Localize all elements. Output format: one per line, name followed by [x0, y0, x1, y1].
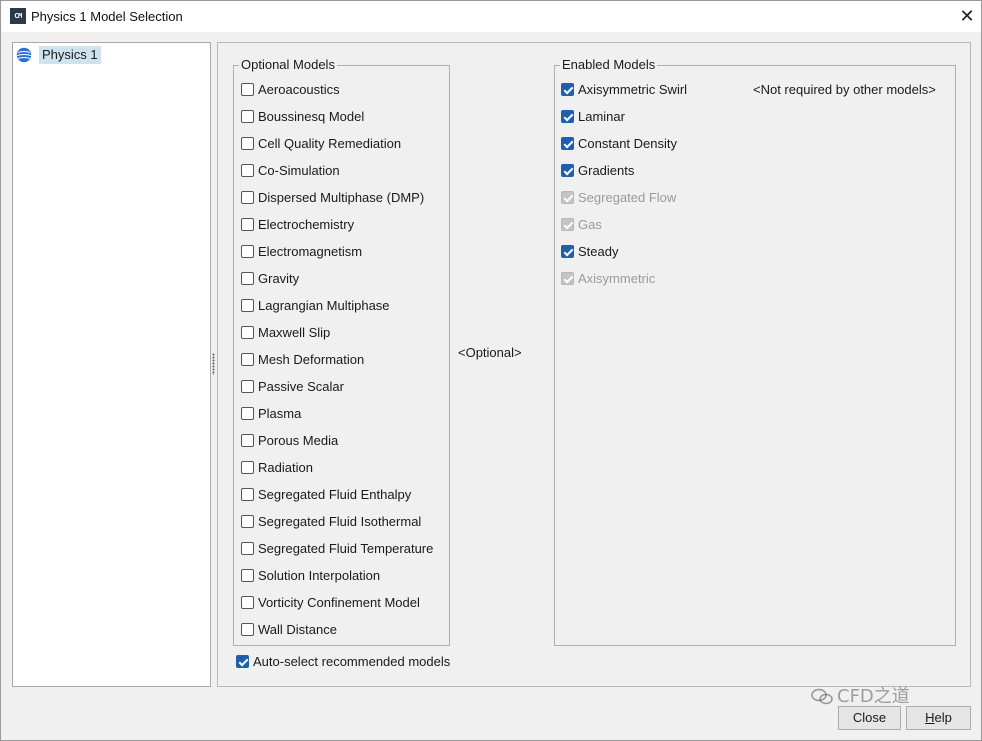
- enabled-model-label: Gradients: [578, 163, 635, 178]
- optional-model-label: Dispersed Multiphase (DMP): [258, 190, 425, 205]
- optional-model-label: Electromagnetism: [258, 244, 363, 259]
- optional-model-label: Wall Distance: [258, 622, 337, 637]
- checkbox-box[interactable]: [241, 299, 254, 312]
- optional-model-label: Segregated Fluid Enthalpy: [258, 487, 412, 502]
- help-mnemonic: H: [925, 710, 935, 725]
- checkbox-box[interactable]: [241, 110, 254, 123]
- optional-model-label: Segregated Fluid Isothermal: [258, 514, 422, 529]
- checkbox-box[interactable]: [241, 623, 254, 636]
- optional-model-label: Boussinesq Model: [258, 109, 365, 124]
- optional-model-label: Gravity: [258, 271, 300, 286]
- app-icon: CM: [10, 8, 26, 24]
- checkbox-box[interactable]: [241, 434, 254, 447]
- checkbox-box[interactable]: [241, 83, 254, 96]
- not-required-note: <Not required by other models>: [753, 82, 936, 97]
- checkbox-box[interactable]: [561, 83, 574, 96]
- checkbox-box[interactable]: [241, 272, 254, 285]
- optional-model-label: Co-Simulation: [258, 163, 340, 178]
- checkbox-box[interactable]: [241, 488, 254, 501]
- optional-model-label: Vorticity Confinement Model: [258, 595, 420, 610]
- optional-model-label: Porous Media: [258, 433, 339, 448]
- optional-indicator: <Optional>: [458, 345, 522, 360]
- enabled-model-label: Gas: [578, 217, 602, 232]
- splitter-handle[interactable]: [212, 353, 215, 375]
- checkbox-box[interactable]: [241, 569, 254, 582]
- dialog-window: CM Physics 1 Model Selection ✕ Physics 1…: [0, 0, 982, 741]
- optional-models-group: Optional Models Aeroacoustics Boussinesq …: [233, 57, 450, 646]
- checkbox-box[interactable]: [241, 515, 254, 528]
- optional-model-label: Electrochemistry: [258, 217, 355, 232]
- optional-model-label: Lagrangian Multiphase: [258, 298, 390, 313]
- checkbox-box[interactable]: [241, 326, 254, 339]
- physics-tree: Physics 1: [12, 42, 211, 687]
- optional-model-label: Solution Interpolation: [258, 568, 381, 583]
- tree-item-label: Physics 1: [39, 46, 101, 64]
- optional-models-title: Optional Models: [239, 57, 337, 73]
- enabled-model-label: Segregated Flow: [578, 190, 677, 205]
- enabled-model-label: Axisymmetric: [578, 271, 656, 286]
- close-icon[interactable]: ✕: [953, 3, 981, 29]
- title-bar: CM Physics 1 Model Selection ✕: [1, 1, 981, 32]
- enabled-model-label: Axisymmetric Swirl: [578, 82, 688, 97]
- optional-model-label: Segregated Fluid Temperature: [258, 541, 434, 556]
- checkbox-box[interactable]: [241, 245, 254, 258]
- checkbox-box: [561, 191, 574, 204]
- chat-bubble-icon: [811, 688, 833, 705]
- enabled-model-label: Constant Density: [578, 136, 677, 151]
- auto-select-label: Auto-select recommended models: [253, 654, 451, 669]
- help-label-rest: elp: [934, 710, 952, 725]
- checkbox-box[interactable]: [241, 164, 254, 177]
- globe-icon: [16, 47, 32, 63]
- checkbox-box: [561, 272, 574, 285]
- checkbox-box[interactable]: [561, 245, 574, 258]
- window-title: Physics 1 Model Selection: [31, 9, 183, 24]
- checkbox-box[interactable]: [241, 596, 254, 609]
- checkbox-box[interactable]: [561, 164, 574, 177]
- optional-model-label: Aeroacoustics: [258, 82, 340, 97]
- checkbox-box[interactable]: [241, 380, 254, 393]
- enabled-models-title: Enabled Models: [560, 57, 658, 73]
- optional-model-label: Plasma: [258, 406, 302, 421]
- enabled-models-group: Enabled Models Axisymmetric Swirl Laminar…: [554, 57, 956, 646]
- checkbox-box[interactable]: [241, 137, 254, 150]
- help-button[interactable]: Help: [906, 706, 971, 730]
- optional-model-label: Cell Quality Remediation: [258, 136, 402, 151]
- checkbox-box[interactable]: [561, 110, 574, 123]
- checkbox-box[interactable]: [241, 191, 254, 204]
- checkbox-box[interactable]: [561, 137, 574, 150]
- checkbox-box[interactable]: [241, 218, 254, 231]
- checkbox-box[interactable]: [236, 655, 249, 668]
- checkbox-box[interactable]: [241, 353, 254, 366]
- optional-model-label: Maxwell Slip: [258, 325, 331, 340]
- checkbox-box: [561, 218, 574, 231]
- optional-model-label: Passive Scalar: [258, 379, 344, 394]
- enabled-model-label: Laminar: [578, 109, 625, 124]
- checkbox-box[interactable]: [241, 461, 254, 474]
- watermark-text: CFD之道: [837, 686, 910, 707]
- checkbox-box[interactable]: [241, 407, 254, 420]
- checkbox-box[interactable]: [241, 542, 254, 555]
- enabled-model-label: Steady: [578, 244, 619, 259]
- optional-model-label: Radiation: [258, 460, 313, 475]
- close-button[interactable]: Close: [838, 706, 901, 730]
- optional-model-label: Mesh Deformation: [258, 352, 365, 367]
